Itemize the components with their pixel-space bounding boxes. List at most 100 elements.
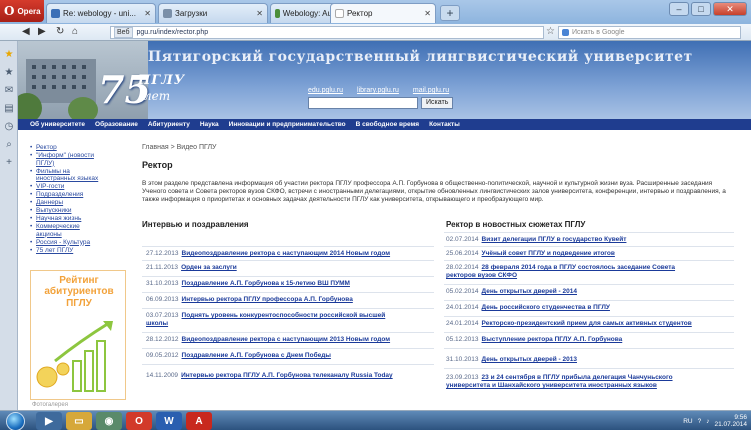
notes-icon[interactable]: ▤ <box>3 103 15 115</box>
left-nav-item[interactable]: Даннеры <box>30 199 100 207</box>
left-nav-item[interactable]: Ректор <box>30 144 100 152</box>
news-item: 05.02.2014 День открытых дверей - 2014 <box>446 288 577 295</box>
tab-close-icon[interactable]: ✕ <box>144 9 151 18</box>
news-item: 31.10.2013 День открытых дверей - 2013 <box>446 356 577 363</box>
interview-link[interactable]: Видеопоздравление ректора с наступающим … <box>182 336 391 343</box>
bookmark-star-icon[interactable]: ☆ <box>546 26 555 37</box>
speed-dial-star-icon[interactable]: ★ <box>3 49 15 61</box>
news-link[interactable]: ректоров вузов СКФО <box>446 272 517 279</box>
menu-item-about[interactable]: Об университете <box>30 121 85 128</box>
address-bar[interactable]: Веб pgu.ru/index/rector.php <box>110 26 544 39</box>
interview-link[interactable]: Орден за заслуги <box>181 264 237 271</box>
browser-tab-1[interactable]: Re: webology - uni... ✕ <box>46 3 156 23</box>
opera-taskbar-icon[interactable]: O <box>126 412 152 430</box>
news-item: 23.09.2013 23 и 24 сентября в ПГЛУ прибыл… <box>446 374 673 381</box>
left-nav-item[interactable]: VIP-гости <box>30 183 100 191</box>
language-indicator[interactable]: RU <box>683 418 692 425</box>
address-text: pgu.ru/index/rector.php <box>136 29 209 36</box>
news-link[interactable]: 23 и 24 сентября в ПГЛУ прибыла делегаци… <box>482 374 673 381</box>
interview-item: 28.12.2012 Видеопоздравление ректора с на… <box>146 336 391 343</box>
interview-link[interactable]: школы <box>146 320 168 327</box>
news-link[interactable]: 28 февраля 2014 года в ПГЛУ состоялось з… <box>482 264 676 271</box>
menu-item-education[interactable]: Образование <box>95 121 138 128</box>
news-link[interactable]: День российского студенчества в ПГЛУ <box>482 304 610 311</box>
search-engine-field[interactable]: Искать в Google <box>558 26 741 39</box>
interview-link[interactable]: Видеопоздравление ректора с наступающим … <box>182 250 391 257</box>
reload-icon[interactable]: ↻ <box>56 26 64 38</box>
header-link-edu[interactable]: edu.pglu.ru <box>308 87 343 94</box>
downloads-favicon-icon <box>163 9 172 18</box>
breadcrumb[interactable]: Главная > Видео ПГЛУ <box>142 144 216 151</box>
opera-logo-icon: O <box>4 4 15 18</box>
bookmarks-icon[interactable]: ★ <box>3 67 15 79</box>
university-title: Пятигорский государственный лингвистичес… <box>148 49 693 65</box>
acrobat-icon[interactable]: A <box>186 412 212 430</box>
left-nav-item[interactable]: Коммерческие акционы <box>30 223 100 238</box>
left-nav-item[interactable]: Научная жизнь <box>30 215 100 223</box>
news-link[interactable]: Ректорско-президентский прием для самых … <box>482 320 692 327</box>
mail-icon[interactable]: ✉ <box>3 85 15 97</box>
site-search-button[interactable]: Искать <box>421 97 454 109</box>
divider <box>142 292 434 293</box>
minimize-button[interactable]: – <box>669 2 689 16</box>
interview-item-cont: школы <box>146 320 168 328</box>
clock[interactable]: 9:56 21.07.2014 <box>714 414 747 428</box>
menu-item-science[interactable]: Наука <box>200 121 219 128</box>
divider <box>142 332 434 333</box>
left-nav-item[interactable]: 75 лет ПГЛУ <box>30 247 100 255</box>
header-link-mail[interactable]: mail.pglu.ru <box>413 87 449 94</box>
tab-close-icon[interactable]: ✕ <box>256 9 263 18</box>
browser-tab-bar: O Opera Re: webology - uni... ✕ Загрузки… <box>0 0 751 24</box>
news-link[interactable]: Визит делегации ПГЛУ в государство Кувей… <box>482 236 627 243</box>
site-search-input[interactable] <box>308 97 418 109</box>
forward-arrow-icon[interactable]: ▶ <box>38 26 46 38</box>
browser-tab-4[interactable]: Ректор ✕ <box>330 3 436 23</box>
browser-tab-2[interactable]: Загрузки ✕ <box>158 3 268 23</box>
rating-banner[interactable]: Рейтинг абитуриентов ПГЛУ <box>30 270 126 400</box>
home-icon[interactable]: ⌂ <box>72 26 78 38</box>
add-panel-icon[interactable]: + <box>3 157 15 169</box>
search-icon[interactable]: ⌕ <box>3 139 15 151</box>
left-nav-item[interactable]: Подразделения <box>30 191 100 199</box>
volume-icon[interactable]: ♪ <box>706 418 709 425</box>
interview-link[interactable]: Поздравление А.П. Горбунова к 15-летию В… <box>182 280 350 287</box>
menu-item-free-time[interactable]: В свободное время <box>356 121 419 128</box>
left-nav-item[interactable]: Фильмы на иностранных языках <box>30 168 100 183</box>
menu-item-applicants[interactable]: Абитуриенту <box>148 121 190 128</box>
left-nav-item[interactable]: "Информ" (новости ПГЛУ) <box>30 152 100 167</box>
media-player-icon[interactable]: ▶ <box>36 412 62 430</box>
network-icon[interactable]: ◉ <box>96 412 122 430</box>
news-link[interactable]: Учёный совет ПГЛУ и подведение итогов <box>482 250 615 257</box>
left-nav-item[interactable]: Выпускники <box>30 207 100 215</box>
interview-link[interactable]: Поздравление А.П. Горбунова с Днем Побед… <box>182 352 331 359</box>
interview-link[interactable]: Интервью ректора ПГЛУ профессора А.П. Го… <box>182 296 353 303</box>
interview-link[interactable]: Интервью ректора ПГЛУ А.П. Горбунова тел… <box>181 372 393 379</box>
history-icon[interactable]: ◷ <box>3 121 15 133</box>
divider <box>444 332 734 333</box>
mail-favicon-icon <box>51 9 60 18</box>
menu-item-innovation[interactable]: Инновации и предпринимательство <box>229 121 346 128</box>
interview-item: 21.11.2013 Орден за заслуги <box>146 264 237 271</box>
opera-menu-button[interactable]: O Opera <box>0 0 44 22</box>
news-link[interactable]: университета и Шанхайского университета … <box>446 382 657 389</box>
start-button[interactable] <box>6 412 25 430</box>
news-link[interactable]: День открытых дверей - 2013 <box>482 356 577 363</box>
word-icon[interactable]: W <box>156 412 182 430</box>
close-window-button[interactable]: ✕ <box>713 2 747 16</box>
interview-link[interactable]: Поднять уровень конкурентоспособности ро… <box>182 312 386 319</box>
explorer-folder-icon[interactable]: ▭ <box>66 412 92 430</box>
help-icon[interactable]: ? <box>698 418 702 425</box>
header-link-library[interactable]: library.pglu.ru <box>357 87 399 94</box>
maximize-button[interactable]: □ <box>691 2 711 16</box>
news-link[interactable]: День открытых дверей - 2014 <box>482 288 577 295</box>
news-link[interactable]: Выступление ректора ПГЛУ А.П. Горбунова <box>482 336 623 343</box>
security-badge[interactable]: Веб <box>114 27 133 38</box>
left-nav-item[interactable]: Россия - Культура <box>30 239 100 247</box>
system-tray: RU ? ♪ 9:56 21.07.2014 <box>625 411 751 430</box>
side-panel: ★ ★ ✉ ▤ ◷ ⌕ + <box>0 41 18 410</box>
new-tab-button[interactable]: + <box>440 5 460 21</box>
news-item-cont: ректоров вузов СКФО <box>446 272 517 280</box>
tab-close-icon[interactable]: ✕ <box>424 9 431 18</box>
menu-item-contacts[interactable]: Контакты <box>429 121 460 128</box>
back-arrow-icon[interactable]: ◀ <box>22 26 30 38</box>
